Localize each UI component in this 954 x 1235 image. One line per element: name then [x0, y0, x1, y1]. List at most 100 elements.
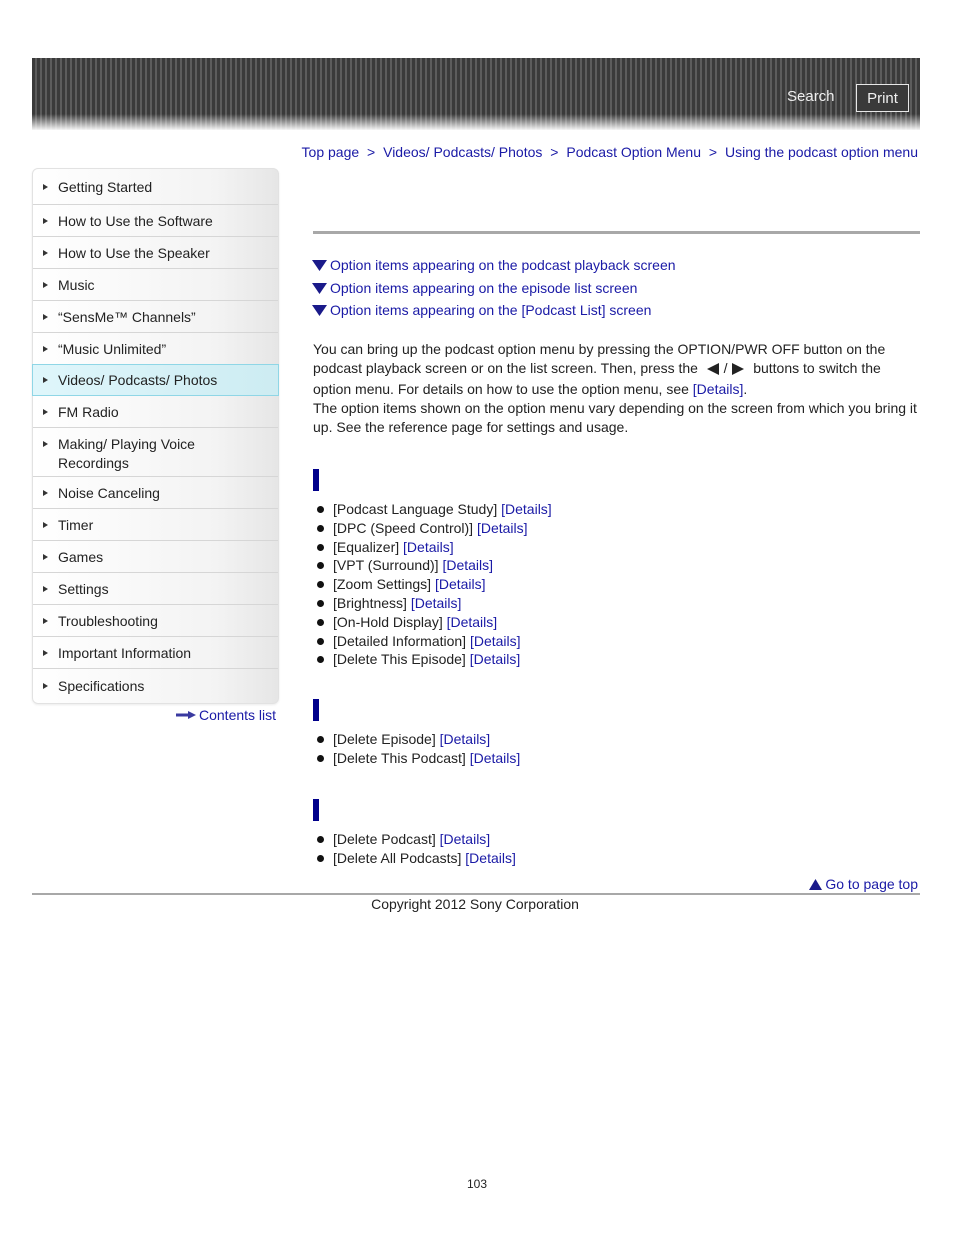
option-label: [Equalizer]	[333, 538, 400, 555]
breadcrumb-separator: >	[708, 144, 718, 160]
option-label: [Delete Episode]	[333, 731, 436, 747]
option-label: [Delete Podcast]	[333, 831, 436, 847]
sidebar-item-specifications[interactable]: Specifications	[33, 669, 278, 703]
option-label: [On-Hold Display]	[333, 613, 443, 630]
sidebar-item-label: Getting Started	[58, 178, 153, 195]
sidebar-item-music-unlimited[interactable]: “Music Unlimited”	[33, 333, 278, 365]
option-label: [Delete All Podcasts]	[333, 849, 462, 866]
sidebar-item-label: Timer	[58, 516, 94, 533]
breadcrumb-videos-podcasts-photos[interactable]: Videos/ Podcasts/ Photos	[383, 144, 542, 160]
search-link[interactable]: Search	[787, 88, 835, 105]
sidebar-item-label: Important Information	[58, 644, 192, 661]
sidebar-item-music[interactable]: Music	[33, 269, 278, 301]
triangle-right-icon	[43, 408, 48, 415]
option-label: [DPC (Speed Control)]	[333, 519, 474, 536]
sidebar-item-how-to-use-speaker[interactable]: How to Use the Speaker	[33, 237, 278, 269]
list-item: [Equalizer] [Details]	[313, 538, 552, 557]
intro-text-segment: option menu. For details on how to use t…	[313, 381, 689, 397]
sidebar-item-label: Videos/ Podcasts/ Photos	[58, 372, 218, 388]
section-heading-bar	[313, 699, 319, 721]
intro-text-segment: buttons to switch the	[753, 360, 881, 376]
sidebar-item-how-to-use-software[interactable]: How to Use the Software	[33, 205, 278, 237]
list-item: [DPC (Speed Control)] [Details]	[313, 519, 552, 538]
details-link[interactable]: [Details]	[440, 731, 491, 747]
triangle-down-icon	[312, 260, 327, 272]
section-podcast-list-screen: [Delete Podcast] [Details] [Delete All P…	[313, 799, 516, 868]
details-link[interactable]: [Details]	[440, 831, 491, 847]
details-link[interactable]: [Details]	[477, 520, 528, 536]
option-list: [Delete Episode] [Details] [Delete This …	[313, 730, 520, 768]
details-link[interactable]: [Details]	[470, 633, 521, 649]
go-to-page-top-link[interactable]: Go to page top	[809, 876, 918, 892]
section-heading-bar	[313, 799, 319, 821]
sidebar-item-important-information[interactable]: Important Information	[33, 637, 278, 669]
sidebar-item-label: FM Radio	[58, 403, 119, 420]
triangle-right-icon	[43, 649, 48, 656]
right-button-icon	[732, 363, 745, 376]
table-of-contents: Option items appearing on the podcast pl…	[312, 254, 676, 322]
breadcrumb-top-page[interactable]: Top page	[302, 144, 360, 160]
sidebar-item-games[interactable]: Games	[33, 541, 278, 573]
details-link[interactable]: [Details]	[693, 381, 744, 397]
details-link[interactable]: [Details]	[435, 576, 486, 592]
option-list: [Delete Podcast] [Details] [Delete All P…	[313, 830, 516, 868]
list-item: [Podcast Language Study] [Details]	[313, 500, 552, 519]
sidebar-item-settings[interactable]: Settings	[33, 573, 278, 605]
left-button-icon	[706, 363, 719, 376]
toc-link-label: Option items appearing on the podcast pl…	[330, 257, 676, 274]
details-link[interactable]: [Details]	[470, 651, 521, 667]
intro-line-2: podcast playback screen or on the list s…	[313, 359, 925, 378]
triangle-right-icon	[43, 585, 48, 592]
triangle-down-icon	[312, 305, 327, 317]
intro-paragraph-2: The option items shown on the option men…	[313, 400, 917, 435]
arrow-right-icon	[176, 711, 196, 719]
footer-divider	[32, 893, 920, 895]
sidebar-item-timer[interactable]: Timer	[33, 509, 278, 541]
intro-text-segment: .	[743, 381, 748, 397]
triangle-right-icon	[43, 217, 48, 224]
sidebar-item-label: Making/ Playing Voice Recordings	[58, 436, 195, 471]
sidebar-item-videos-podcasts-photos[interactable]: Videos/ Podcasts/ Photos	[32, 364, 279, 396]
copyright-text: Copyright 2012 Sony Corporation	[371, 896, 579, 912]
toc-link-podcast-list-screen[interactable]: Option items appearing on the [Podcast L…	[312, 299, 676, 322]
sidebar-item-label: Games	[58, 548, 104, 565]
sidebar-item-label: Specifications	[58, 678, 145, 694]
sidebar-item-noise-canceling[interactable]: Noise Canceling	[33, 477, 278, 509]
option-label: [Zoom Settings]	[333, 576, 432, 593]
details-link[interactable]: [Details]	[411, 595, 462, 611]
triangle-up-icon	[809, 878, 823, 890]
title-divider	[313, 231, 920, 234]
details-link[interactable]: [Details]	[465, 850, 516, 866]
details-link[interactable]: [Details]	[501, 501, 552, 517]
list-item: [On-Hold Display] [Details]	[313, 613, 552, 632]
sidebar-item-voice-recordings[interactable]: Making/ Playing Voice Recordings	[33, 428, 278, 477]
section-episode-list-screen: [Delete Episode] [Details] [Delete This …	[313, 699, 520, 768]
print-button[interactable]: Print	[856, 84, 909, 112]
sidebar-item-getting-started[interactable]: Getting Started	[33, 169, 278, 205]
page-number: 103	[466, 1177, 488, 1191]
sidebar-item-label: “Music Unlimited”	[58, 340, 167, 357]
details-link[interactable]: [Details]	[442, 557, 493, 573]
breadcrumb-podcast-option-menu[interactable]: Podcast Option Menu	[566, 144, 701, 160]
triangle-right-icon	[43, 377, 48, 383]
toc-link-label: Option items appearing on the episode li…	[330, 279, 638, 296]
details-link[interactable]: [Details]	[447, 614, 498, 630]
list-item: [Delete Podcast] [Details]	[313, 830, 516, 849]
toc-link-playback-screen[interactable]: Option items appearing on the podcast pl…	[312, 254, 676, 277]
sidebar-item-label: Settings	[58, 580, 109, 597]
go-to-page-top-label: Go to page top	[825, 876, 918, 892]
contents-list-link[interactable]: Contents list	[176, 707, 276, 723]
details-link[interactable]: [Details]	[403, 539, 454, 555]
list-item: [Delete This Episode] [Details]	[313, 650, 552, 669]
details-link[interactable]: [Details]	[470, 750, 521, 766]
triangle-right-icon	[43, 521, 48, 528]
option-label: [VPT (Surround)]	[333, 557, 439, 574]
breadcrumb-current-page[interactable]: Using the podcast option menu	[725, 144, 918, 160]
toc-link-episode-list-screen[interactable]: Option items appearing on the episode li…	[312, 277, 676, 300]
sidebar-item-label: Music	[58, 276, 95, 293]
sidebar-item-fm-radio[interactable]: FM Radio	[33, 396, 278, 428]
triangle-down-icon	[312, 282, 327, 294]
sidebar-item-sensme-channels[interactable]: “SensMe™ Channels”	[33, 301, 278, 333]
intro-line-1: You can bring up the podcast option menu…	[313, 341, 886, 357]
sidebar-item-troubleshooting[interactable]: Troubleshooting	[33, 605, 278, 637]
